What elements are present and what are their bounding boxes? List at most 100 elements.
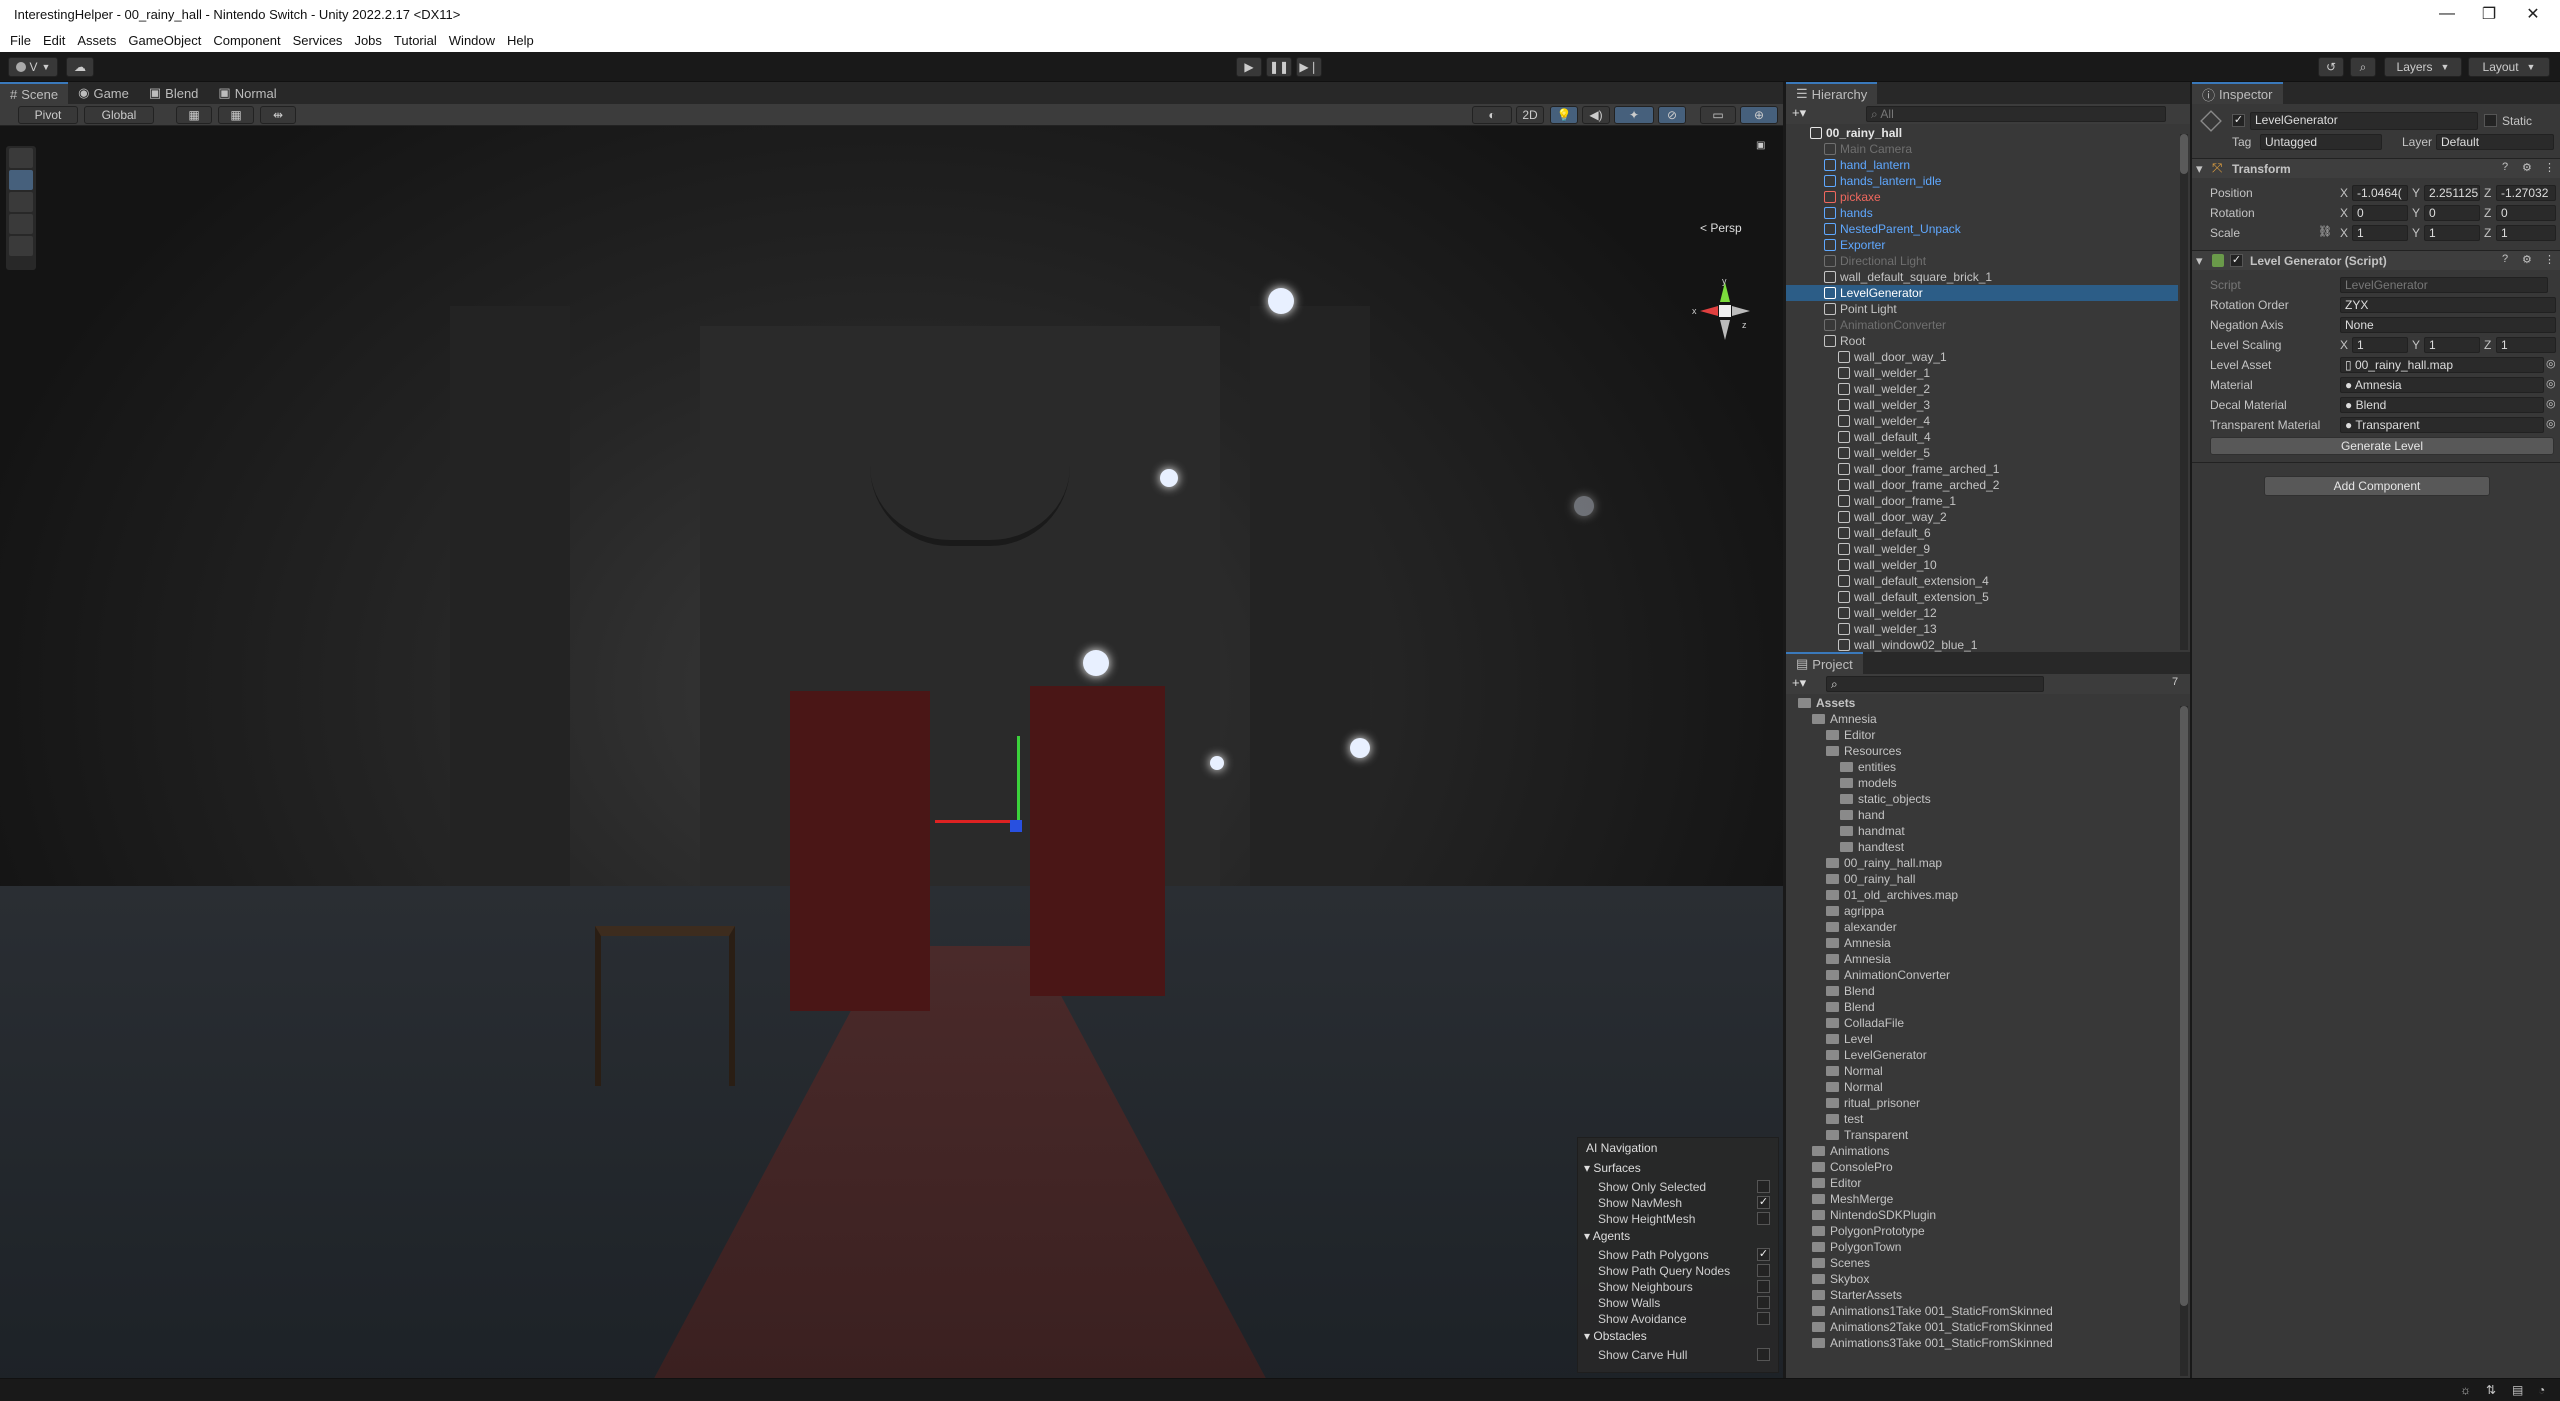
lighting-toggle[interactable]: 💡 bbox=[1550, 106, 1578, 124]
hierarchy-item[interactable]: wall_welder_4 bbox=[1786, 413, 2178, 429]
checkbox[interactable] bbox=[1757, 1212, 1770, 1225]
hierarchy-item[interactable]: wall_door_way_1 bbox=[1786, 349, 2178, 365]
menu-jobs[interactable]: Jobs bbox=[348, 33, 387, 48]
show-path-query-nodes-toggle[interactable]: Show Path Query Nodes bbox=[1578, 1262, 1778, 1278]
hierarchy-item[interactable]: NestedParent_Unpack bbox=[1786, 221, 2178, 237]
show-navmesh-toggle[interactable]: Show NavMesh ✓ bbox=[1578, 1194, 1778, 1210]
show-carve-hull-toggle[interactable]: Show Carve Hull bbox=[1578, 1346, 1778, 1362]
tab-project[interactable]: ▤ Project bbox=[1786, 652, 1863, 674]
project-item[interactable]: hand bbox=[1786, 807, 2178, 823]
move-gizmo-z-axis[interactable] bbox=[1010, 820, 1022, 832]
maximize-button[interactable]: ❐ bbox=[2466, 0, 2512, 28]
menu-gameobject[interactable]: GameObject bbox=[122, 33, 207, 48]
hierarchy-item[interactable]: wall_door_frame_arched_2 bbox=[1786, 477, 2178, 493]
hierarchy-item[interactable]: pickaxe bbox=[1786, 189, 2178, 205]
project-item[interactable]: entities bbox=[1786, 759, 2178, 775]
network-icon[interactable]: ⇅ bbox=[2486, 1383, 2496, 1397]
level-generator-header[interactable]: ▾ ✓ Level Generator (Script) ? ⚙ ⋮ bbox=[2192, 250, 2560, 270]
settings-icon[interactable]: ⚙ bbox=[2522, 253, 2532, 266]
hierarchy-item[interactable]: wall_welder_3 bbox=[1786, 397, 2178, 413]
active-checkbox[interactable]: ✓ bbox=[2232, 114, 2245, 127]
level-scaling-x-field[interactable]: 1 bbox=[2352, 337, 2408, 353]
object-picker-icon[interactable]: ◎ bbox=[2546, 357, 2556, 370]
draw-mode-button[interactable]: ◐ bbox=[1472, 106, 1512, 124]
project-item[interactable]: StarterAssets bbox=[1786, 1287, 2178, 1303]
project-item[interactable]: Blend bbox=[1786, 999, 2178, 1015]
tab-inspector[interactable]: ⓘ Inspector bbox=[2192, 82, 2283, 104]
checkbox[interactable] bbox=[1757, 1296, 1770, 1309]
audio-toggle[interactable]: ◀) bbox=[1582, 106, 1610, 124]
surfaces-section[interactable]: ▾ Surfaces bbox=[1578, 1158, 1778, 1178]
generate-level-button[interactable]: Generate Level bbox=[2210, 437, 2554, 455]
menu-file[interactable]: File bbox=[4, 33, 37, 48]
checkbox-checked[interactable]: ✓ bbox=[1757, 1196, 1770, 1209]
hand-tool-button[interactable] bbox=[9, 148, 33, 168]
level-scaling-z-field[interactable]: 1 bbox=[2496, 337, 2556, 353]
cache-icon[interactable]: ▤ bbox=[2512, 1383, 2523, 1397]
bug-icon[interactable]: ☼ bbox=[2460, 1383, 2471, 1397]
negation-axis-dropdown[interactable]: None bbox=[2340, 317, 2556, 333]
hierarchy-item[interactable]: hand_lantern bbox=[1786, 157, 2178, 173]
project-item[interactable]: LevelGenerator bbox=[1786, 1047, 2178, 1063]
rotate-tool-button[interactable] bbox=[9, 192, 33, 212]
project-item[interactable]: Amnesia bbox=[1786, 935, 2178, 951]
tab-normal[interactable]: ▣ Normal bbox=[208, 82, 286, 104]
effects-dropdown[interactable]: ✦ bbox=[1614, 106, 1654, 124]
settings-icon[interactable]: ⚙ bbox=[2522, 161, 2532, 174]
transform-header[interactable]: ▾ ⤧ Transform ? ⚙ ⋮ bbox=[2192, 158, 2560, 178]
cloud-button[interactable]: ☁ bbox=[66, 57, 94, 77]
hierarchy-item[interactable]: wall_door_frame_arched_1 bbox=[1786, 461, 2178, 477]
gizmos-dropdown[interactable]: ⊕ bbox=[1740, 106, 1778, 124]
search-button[interactable]: ⌕ bbox=[2350, 57, 2376, 77]
menu-help[interactable]: Help bbox=[501, 33, 540, 48]
project-item[interactable]: Normal bbox=[1786, 1079, 2178, 1095]
help-icon[interactable]: ? bbox=[2502, 161, 2508, 173]
menu-edit[interactable]: Edit bbox=[37, 33, 71, 48]
menu-services[interactable]: Services bbox=[287, 33, 349, 48]
project-item[interactable]: agrippa bbox=[1786, 903, 2178, 919]
hierarchy-item[interactable]: Root bbox=[1786, 333, 2178, 349]
project-item[interactable]: 01_old_archives.map bbox=[1786, 887, 2178, 903]
project-search-input[interactable]: ⌕ bbox=[1826, 676, 2044, 692]
close-button[interactable]: ✕ bbox=[2510, 0, 2556, 28]
move-gizmo-y-axis[interactable] bbox=[1017, 736, 1020, 828]
tab-game[interactable]: ◉ Game bbox=[68, 82, 139, 104]
project-item[interactable]: PolygonPrototype bbox=[1786, 1223, 2178, 1239]
project-item[interactable]: Normal bbox=[1786, 1063, 2178, 1079]
hierarchy-item[interactable]: hands bbox=[1786, 205, 2178, 221]
rect-tool-button[interactable] bbox=[9, 236, 33, 256]
project-item[interactable]: handtest bbox=[1786, 839, 2178, 855]
project-item[interactable]: NintendoSDKPlugin bbox=[1786, 1207, 2178, 1223]
project-item[interactable]: Skybox bbox=[1786, 1271, 2178, 1287]
scale-y-field[interactable]: 1 bbox=[2424, 225, 2480, 241]
project-item[interactable]: Amnesia bbox=[1786, 951, 2178, 967]
orientation-gizmo[interactable]: y x z bbox=[1690, 276, 1760, 346]
play-button[interactable]: ▶ bbox=[1236, 57, 1262, 77]
material-field[interactable]: ● Amnesia bbox=[2340, 377, 2544, 393]
project-item[interactable]: Editor bbox=[1786, 1175, 2178, 1191]
project-item[interactable]: Resources bbox=[1786, 743, 2178, 759]
menu-component[interactable]: Component bbox=[207, 33, 286, 48]
hierarchy-item[interactable]: LevelGenerator bbox=[1786, 285, 2178, 301]
tab-blend[interactable]: ▣ Blend bbox=[139, 82, 209, 104]
hierarchy-item[interactable]: wall_default_4 bbox=[1786, 429, 2178, 445]
pause-button[interactable]: ❚❚ bbox=[1266, 57, 1292, 77]
component-enabled-checkbox[interactable]: ✓ bbox=[2230, 254, 2243, 267]
spot-light-icon[interactable] bbox=[1350, 738, 1370, 758]
link-icon[interactable]: ⛓ bbox=[2318, 225, 2332, 238]
hierarchy-item[interactable]: wall_window02_blue_1 bbox=[1786, 637, 2178, 652]
object-picker-icon[interactable]: ◎ bbox=[2546, 397, 2556, 410]
progress-icon[interactable]: ◔ bbox=[2538, 1383, 2545, 1397]
spot-light-icon[interactable] bbox=[1210, 756, 1224, 770]
transparent-material-field[interactable]: ● Transparent bbox=[2340, 417, 2544, 433]
layer-dropdown[interactable]: Default bbox=[2436, 134, 2554, 150]
project-scrollbar[interactable] bbox=[2180, 706, 2188, 1376]
more-icon[interactable]: ⋮ bbox=[2544, 253, 2555, 266]
object-name-input[interactable]: LevelGenerator bbox=[2250, 112, 2478, 130]
hierarchy-item[interactable]: wall_welder_2 bbox=[1786, 381, 2178, 397]
step-button[interactable]: ▶❘ bbox=[1296, 57, 1322, 77]
project-item[interactable]: Blend bbox=[1786, 983, 2178, 999]
grid-snap-button[interactable]: ▦ bbox=[176, 106, 212, 124]
hidden-objects-toggle[interactable]: ⊘ bbox=[1658, 106, 1686, 124]
move-gizmo-x-axis[interactable] bbox=[935, 820, 1020, 823]
